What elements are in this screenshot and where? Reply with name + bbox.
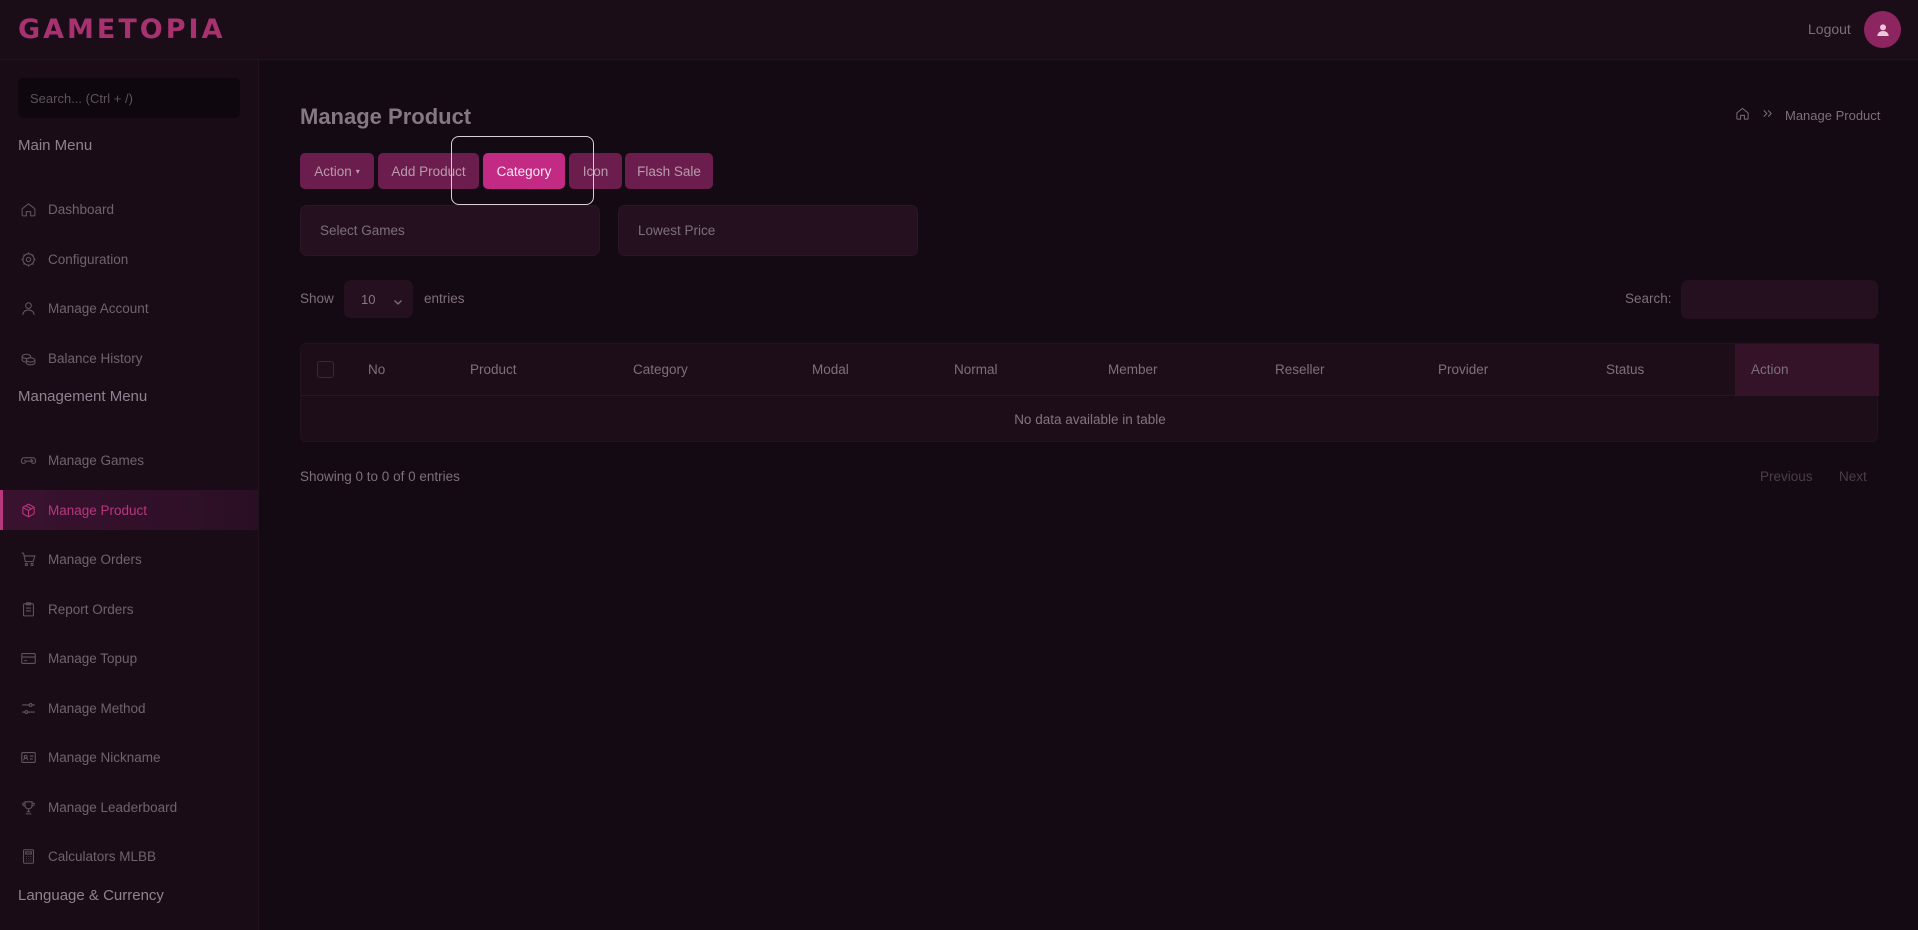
coins-icon <box>18 348 38 368</box>
sidebar-item-manage-orders[interactable]: Manage Orders <box>0 539 258 579</box>
language-currency-heading: Language & Currency <box>18 887 164 904</box>
column-header-normal[interactable]: Normal <box>954 362 998 377</box>
empty-table-message: No data available in table <box>1014 411 1166 427</box>
column-header-product[interactable]: Product <box>470 362 517 377</box>
select-all-checkbox[interactable] <box>317 361 334 378</box>
select-games-dropdown[interactable]: Select Games <box>300 205 600 256</box>
app-logo[interactable]: GAMETOPIA <box>18 14 225 45</box>
sliders-icon <box>18 698 38 718</box>
show-label: Show <box>300 291 334 306</box>
cart-icon <box>18 549 38 569</box>
breadcrumb: Manage Product <box>1735 106 1880 124</box>
logout-link[interactable]: Logout <box>1808 21 1851 37</box>
chevrons-right-icon <box>1760 106 1775 124</box>
home-icon <box>18 199 38 219</box>
entries-per-page-select[interactable]: 10 <box>344 280 413 318</box>
sidebar-item-manage-product[interactable]: Manage Product <box>0 490 258 530</box>
sidebar: Main Menu Dashboard Configuration Manage… <box>0 60 259 930</box>
sidebar-item-label: Configuration <box>48 251 129 267</box>
sidebar-item-balance-history[interactable]: Balance History <box>0 338 258 378</box>
avatar[interactable] <box>1864 11 1901 48</box>
sidebar-item-label: Manage Leaderboard <box>48 799 178 815</box>
sidebar-item-dashboard[interactable]: Dashboard <box>0 189 258 229</box>
box-icon <box>18 500 38 520</box>
flash-sale-button[interactable]: Flash Sale <box>625 153 713 189</box>
entries-value: 10 <box>361 291 376 307</box>
breadcrumb-current: Manage Product <box>1785 107 1881 123</box>
column-header-status[interactable]: Status <box>1606 362 1644 377</box>
sidebar-item-label: Dashboard <box>48 201 115 217</box>
sidebar-item-manage-account[interactable]: Manage Account <box>0 288 258 328</box>
sidebar-item-manage-nickname[interactable]: Manage Nickname <box>0 737 258 777</box>
column-header-category[interactable]: Category <box>633 362 688 377</box>
management-menu-heading: Management Menu <box>18 388 148 405</box>
sidebar-item-label: Manage Topup <box>48 650 138 666</box>
sidebar-item-label: Manage Orders <box>48 551 142 567</box>
sidebar-item-report-orders[interactable]: Report Orders <box>0 589 258 629</box>
column-header-member[interactable]: Member <box>1108 362 1158 377</box>
sidebar-search-input[interactable] <box>18 78 240 118</box>
table-search-label: Search: <box>1625 291 1672 306</box>
sidebar-item-manage-games[interactable]: Manage Games <box>0 440 258 480</box>
sidebar-item-calculators-mlbb[interactable]: Calculators MLBB <box>0 836 258 876</box>
lowest-price-label: Lowest Price <box>638 223 716 238</box>
top-bar: GAMETOPIA Logout <box>0 0 1918 60</box>
sidebar-item-label: Manage Method <box>48 700 146 716</box>
action-dropdown-button[interactable]: Action ▾ <box>300 153 374 189</box>
sidebar-item-configuration[interactable]: Configuration <box>0 239 258 279</box>
column-header-modal[interactable]: Modal <box>812 362 849 377</box>
caret-down-icon: ▾ <box>355 166 360 176</box>
chevron-down-icon <box>393 294 403 309</box>
sidebar-item-manage-leaderboard[interactable]: Manage Leaderboard <box>0 787 258 827</box>
sidebar-item-label: Manage Nickname <box>48 749 161 765</box>
id-card-icon <box>18 747 38 767</box>
sidebar-item-label: Manage Product <box>48 502 148 518</box>
gamepad-icon <box>18 450 38 470</box>
sidebar-item-label: Manage Games <box>48 452 145 468</box>
category-button[interactable]: Category <box>483 153 565 189</box>
product-table: No Product Category Modal Normal Member … <box>300 343 1879 442</box>
sidebar-item-manage-topup[interactable]: Manage Topup <box>0 638 258 678</box>
table-search-input[interactable] <box>1681 280 1878 319</box>
gear-icon <box>18 249 38 269</box>
clipboard-icon <box>18 599 38 619</box>
entries-label: entries <box>424 291 465 306</box>
action-button-label: Action <box>314 163 352 179</box>
column-header-provider[interactable]: Provider <box>1438 362 1488 377</box>
sidebar-item-label: Report Orders <box>48 601 134 617</box>
column-header-reseller[interactable]: Reseller <box>1275 362 1325 377</box>
home-icon[interactable] <box>1735 106 1750 124</box>
sidebar-item-label: Calculators MLBB <box>48 848 157 864</box>
sidebar-item-label: Balance History <box>48 350 143 366</box>
main-menu-heading: Main Menu <box>18 137 93 154</box>
icon-button[interactable]: Icon <box>569 153 622 189</box>
page-title: Manage Product <box>300 104 472 129</box>
next-page-button[interactable]: Next <box>1839 469 1867 484</box>
add-product-button[interactable]: Add Product <box>378 153 479 189</box>
select-games-label: Select Games <box>320 223 405 238</box>
column-header-action[interactable]: Action <box>1751 362 1789 377</box>
trophy-icon <box>18 797 38 817</box>
user-avatar-icon <box>1876 23 1889 36</box>
sidebar-item-label: Manage Account <box>48 300 149 316</box>
sidebar-item-manage-method[interactable]: Manage Method <box>0 688 258 728</box>
table-info: Showing 0 to 0 of 0 entries <box>300 469 460 484</box>
column-header-no[interactable]: No <box>368 362 385 377</box>
previous-page-button[interactable]: Previous <box>1760 469 1813 484</box>
card-icon <box>18 648 38 668</box>
user-icon <box>18 298 38 318</box>
lowest-price-dropdown[interactable]: Lowest Price <box>618 205 918 256</box>
calculator-icon <box>18 846 38 866</box>
table-header: No Product Category Modal Normal Member … <box>301 344 1879 396</box>
